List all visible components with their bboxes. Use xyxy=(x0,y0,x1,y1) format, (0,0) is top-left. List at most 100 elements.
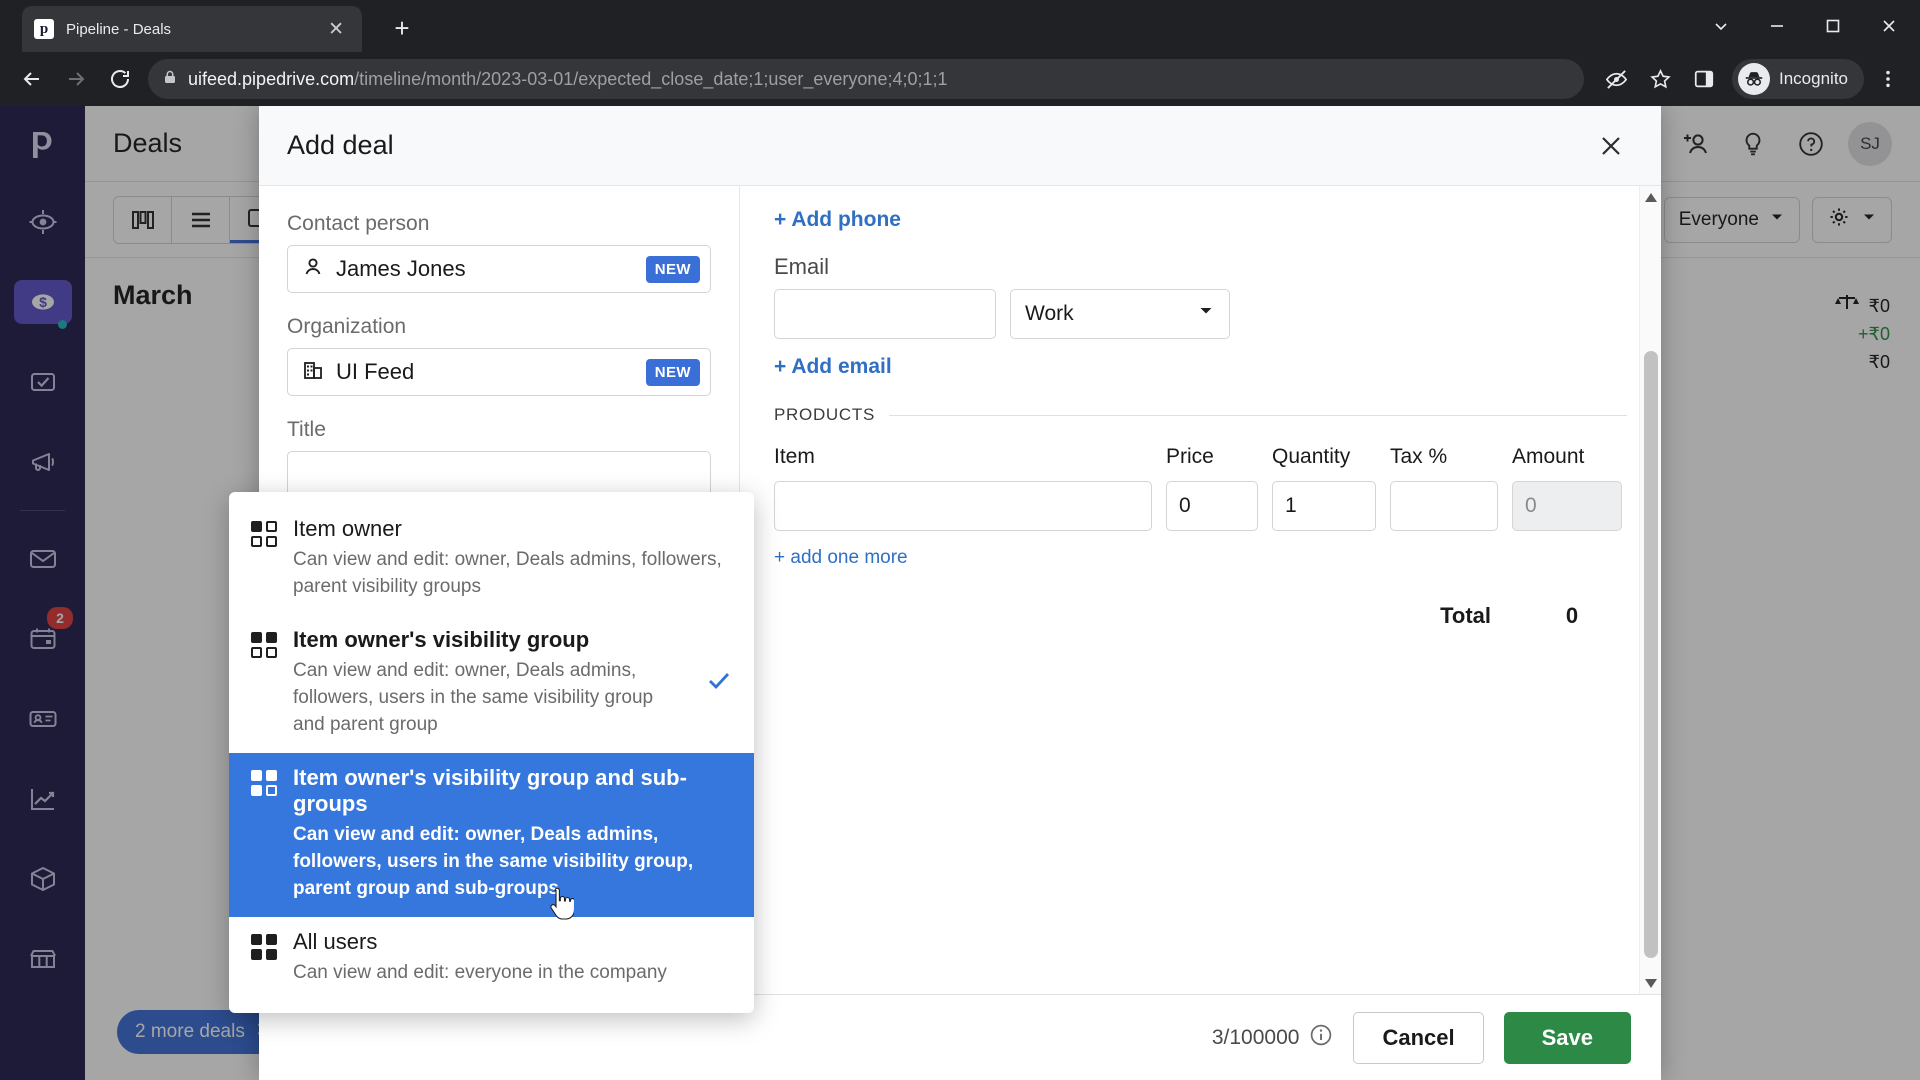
url-host: uifeed.pipedrive.com xyxy=(188,68,355,89)
check-icon xyxy=(706,667,732,700)
kebab-menu-icon[interactable] xyxy=(1868,59,1908,99)
side-panel-icon[interactable] xyxy=(1684,59,1724,99)
product-tax-input[interactable] xyxy=(1390,481,1498,531)
browser-chrome: p Pipeline - Deals ✕ + uifeed.pipedrive.… xyxy=(0,0,1920,106)
tab-title: Pipeline - Deals xyxy=(66,20,172,38)
visibility-option-title: Item owner xyxy=(293,516,402,541)
minimize-icon[interactable] xyxy=(1750,3,1804,49)
organization-field[interactable]: UI Feed NEW xyxy=(287,348,711,396)
email-row: Work xyxy=(774,289,1627,339)
visibility-option-desc: Can view and edit: owner, Deals admins, … xyxy=(293,823,694,899)
chevron-down-icon[interactable] xyxy=(1694,3,1748,49)
add-one-more-link[interactable]: + add one more xyxy=(774,547,908,569)
modal-left-column: Contact person James Jones NEW Organizat… xyxy=(229,186,754,1013)
column-header-amount: Amount xyxy=(1512,445,1585,468)
window-controls xyxy=(1694,0,1920,52)
grid-2x2-icon xyxy=(251,933,277,960)
product-item-input[interactable] xyxy=(774,481,1152,531)
modal-body: Contact person James Jones NEW Organizat… xyxy=(229,186,1661,1013)
scrollbar-thumb[interactable] xyxy=(1644,351,1658,958)
total-value: 0 xyxy=(1565,603,1579,628)
products-section-header: PRODUCTS xyxy=(774,405,1627,425)
character-count: 3/100000 xyxy=(1212,1023,1334,1053)
modal-title: Add deal xyxy=(287,130,394,160)
profile-label: Incognito xyxy=(1779,69,1848,88)
caret-up-icon[interactable] xyxy=(1640,186,1661,208)
contact-person-field[interactable]: James Jones NEW xyxy=(287,245,711,293)
product-amount-field: 0 xyxy=(1512,481,1622,531)
products-table-header: Item Price Quantity Tax % Amount xyxy=(774,445,1627,469)
eye-slash-icon[interactable] xyxy=(1596,59,1636,99)
cancel-button[interactable]: Cancel xyxy=(1353,1011,1484,1064)
person-icon xyxy=(302,256,324,283)
building-icon xyxy=(302,359,324,386)
product-row: 0 1 0 xyxy=(774,481,1627,531)
character-count-text: 3/100000 xyxy=(1211,1025,1300,1049)
visibility-dropdown-menu: Item owner Can view and edit: owner, Dea… xyxy=(229,492,754,1013)
incognito-icon xyxy=(1738,63,1770,95)
email-type-select[interactable]: Work xyxy=(1010,289,1230,339)
chevron-down-icon xyxy=(1197,302,1215,326)
products-total-row: Total 0 xyxy=(774,603,1627,629)
organization-label: Organization xyxy=(287,315,407,338)
visibility-option-title: Item owner's visibility group and sub-gr… xyxy=(293,764,687,816)
url-text: uifeed.pipedrive.com/timeline/month/2023… xyxy=(188,69,948,90)
browser-tab[interactable]: p Pipeline - Deals ✕ xyxy=(22,6,362,52)
email-input[interactable] xyxy=(774,289,996,339)
url-path: /timeline/month/2023-03-01/expected_clos… xyxy=(354,68,948,89)
tab-strip: p Pipeline - Deals ✕ + xyxy=(0,0,1920,52)
column-header-price: Price xyxy=(1166,445,1214,468)
close-icon[interactable]: ✕ xyxy=(322,18,350,41)
app-viewport: $ 2 Deals SJ Everyone March ₹0 +₹0 ₹0 2 … xyxy=(0,106,1920,1080)
organization-new-badge: NEW xyxy=(645,358,700,386)
product-quantity-input[interactable]: 1 xyxy=(1272,481,1376,531)
close-icon[interactable] xyxy=(1862,3,1916,49)
product-price-input[interactable]: 0 xyxy=(1166,481,1258,531)
column-header-quantity: Quantity xyxy=(1272,445,1351,468)
modal-scrollbar[interactable] xyxy=(1639,186,1661,994)
visibility-option-desc: Can view and edit: owner, Deals admins, … xyxy=(293,549,722,597)
profile-chip[interactable]: Incognito xyxy=(1732,59,1864,99)
grid-2x2-icon xyxy=(251,631,277,658)
pipedrive-logo-icon: p xyxy=(34,19,54,39)
caret-down-icon[interactable] xyxy=(1640,972,1661,994)
organization-value: UI Feed xyxy=(336,359,415,384)
visibility-option-item-owners-visibility-group[interactable]: Item owner's visibility group Can view a… xyxy=(229,615,754,753)
add-deal-modal: Add deal Contact person James Jones NEW … xyxy=(229,106,1661,1080)
lock-icon xyxy=(162,69,178,90)
address-bar[interactable]: uifeed.pipedrive.com/timeline/month/2023… xyxy=(148,59,1584,99)
column-header-item: Item xyxy=(774,445,815,468)
column-header-tax: Tax % xyxy=(1390,445,1448,468)
forward-arrow-icon[interactable] xyxy=(56,59,96,99)
email-type-value: Work xyxy=(1025,302,1074,325)
visibility-option-title: All users xyxy=(293,928,378,954)
maximize-icon[interactable] xyxy=(1806,3,1860,49)
contact-person-new-badge: NEW xyxy=(645,255,700,283)
modal-header: Add deal xyxy=(259,106,1661,186)
add-email-link[interactable]: + Add email xyxy=(774,355,892,379)
products-section-label: PRODUCTS xyxy=(774,405,875,424)
star-icon[interactable] xyxy=(1640,59,1680,99)
grid-2x2-icon xyxy=(251,769,277,796)
modal-right-column: + Add phone Email Work + Add email PRODU… xyxy=(740,186,1661,994)
total-label: Total xyxy=(1440,603,1491,628)
email-label: Email xyxy=(774,254,830,279)
visibility-option-item-owner[interactable]: Item owner Can view and edit: owner, Dea… xyxy=(229,504,754,615)
grid-2x2-icon xyxy=(251,521,277,547)
reload-icon[interactable] xyxy=(100,59,140,99)
visibility-option-item-owners-visibility-group-and-sub-groups[interactable]: Item owner's visibility group and sub-gr… xyxy=(229,752,754,917)
back-arrow-icon[interactable] xyxy=(12,59,52,99)
contact-person-label: Contact person xyxy=(287,212,430,235)
visibility-option-title: Item owner's visibility group xyxy=(293,626,590,652)
visibility-option-desc: Can view and edit: owner, Deals admins, … xyxy=(293,659,654,735)
close-icon[interactable] xyxy=(1589,124,1633,168)
add-phone-link[interactable]: + Add phone xyxy=(774,208,901,232)
plus-icon[interactable]: + xyxy=(385,12,419,46)
title-label: Title xyxy=(287,418,326,441)
visibility-option-desc: Can view and edit: everyone in the compa… xyxy=(293,961,667,983)
visibility-option-all-users[interactable]: All users Can view and edit: everyone in… xyxy=(229,917,754,1001)
section-divider xyxy=(889,414,1627,416)
info-circle-icon[interactable] xyxy=(1309,1023,1333,1053)
contact-person-value: James Jones xyxy=(336,256,466,281)
save-button[interactable]: Save xyxy=(1503,1011,1631,1064)
